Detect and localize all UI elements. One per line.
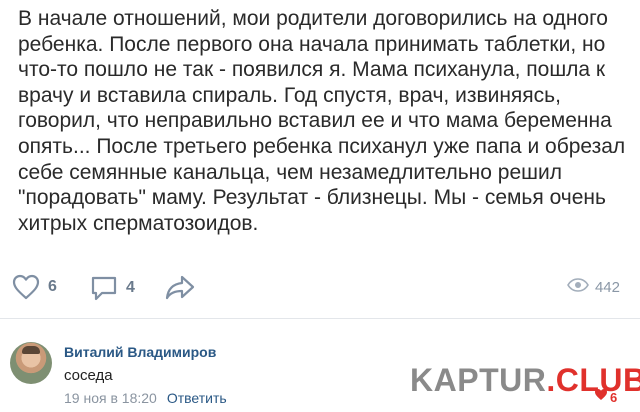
comment-count: 4: [126, 279, 135, 296]
comment-date[interactable]: 19 ноя в 18:20: [64, 390, 157, 406]
heart-icon: [594, 388, 608, 406]
eye-icon: [567, 278, 589, 297]
post-line: себе семянные канальца, чем незамедлител…: [18, 160, 562, 184]
comment-button[interactable]: 4: [90, 274, 135, 302]
comment-meta: 19 ноя в 18:20 Ответить: [64, 390, 227, 406]
like-count: 6: [48, 278, 57, 295]
comment-author[interactable]: Виталий Владимиров: [64, 344, 216, 360]
share-button[interactable]: [165, 274, 195, 300]
share-icon: [165, 274, 195, 300]
post-line: врачу и вставила спираль. Год спустя, вр…: [18, 83, 561, 107]
divider: [0, 318, 640, 319]
like-button[interactable]: 6: [12, 274, 57, 300]
post-line: В начале отношений, мои родители договор…: [18, 7, 608, 30]
heart-icon: [12, 274, 40, 300]
post-line: что-то пошло не так - появился я. Мама п…: [18, 58, 606, 82]
post-line: опять... После третьего ребенка психанул…: [18, 134, 626, 158]
reply-button[interactable]: Ответить: [167, 390, 227, 406]
watermark-name: KAPTUR: [410, 362, 547, 398]
comment-like-count: 6: [610, 389, 618, 405]
post-line: "порадовать" маму. Результат - близнецы.…: [18, 186, 606, 210]
post-line: ребенка. После первого она начала приним…: [18, 32, 606, 56]
comment-like-button[interactable]: 6: [594, 388, 617, 406]
views-counter: 442: [567, 278, 620, 297]
avatar[interactable]: [10, 342, 52, 384]
post-text: В начале отношений, мои родители договор…: [18, 6, 626, 236]
post-actions: 6 4 442: [0, 270, 640, 310]
comment-text: соседа: [64, 367, 113, 384]
views-count: 442: [594, 279, 620, 296]
post-line: говорил, что неправильно вставил ее и чт…: [18, 109, 612, 133]
post-line: хитрых сперматозоидов.: [18, 211, 259, 235]
comment-icon: [90, 274, 118, 302]
